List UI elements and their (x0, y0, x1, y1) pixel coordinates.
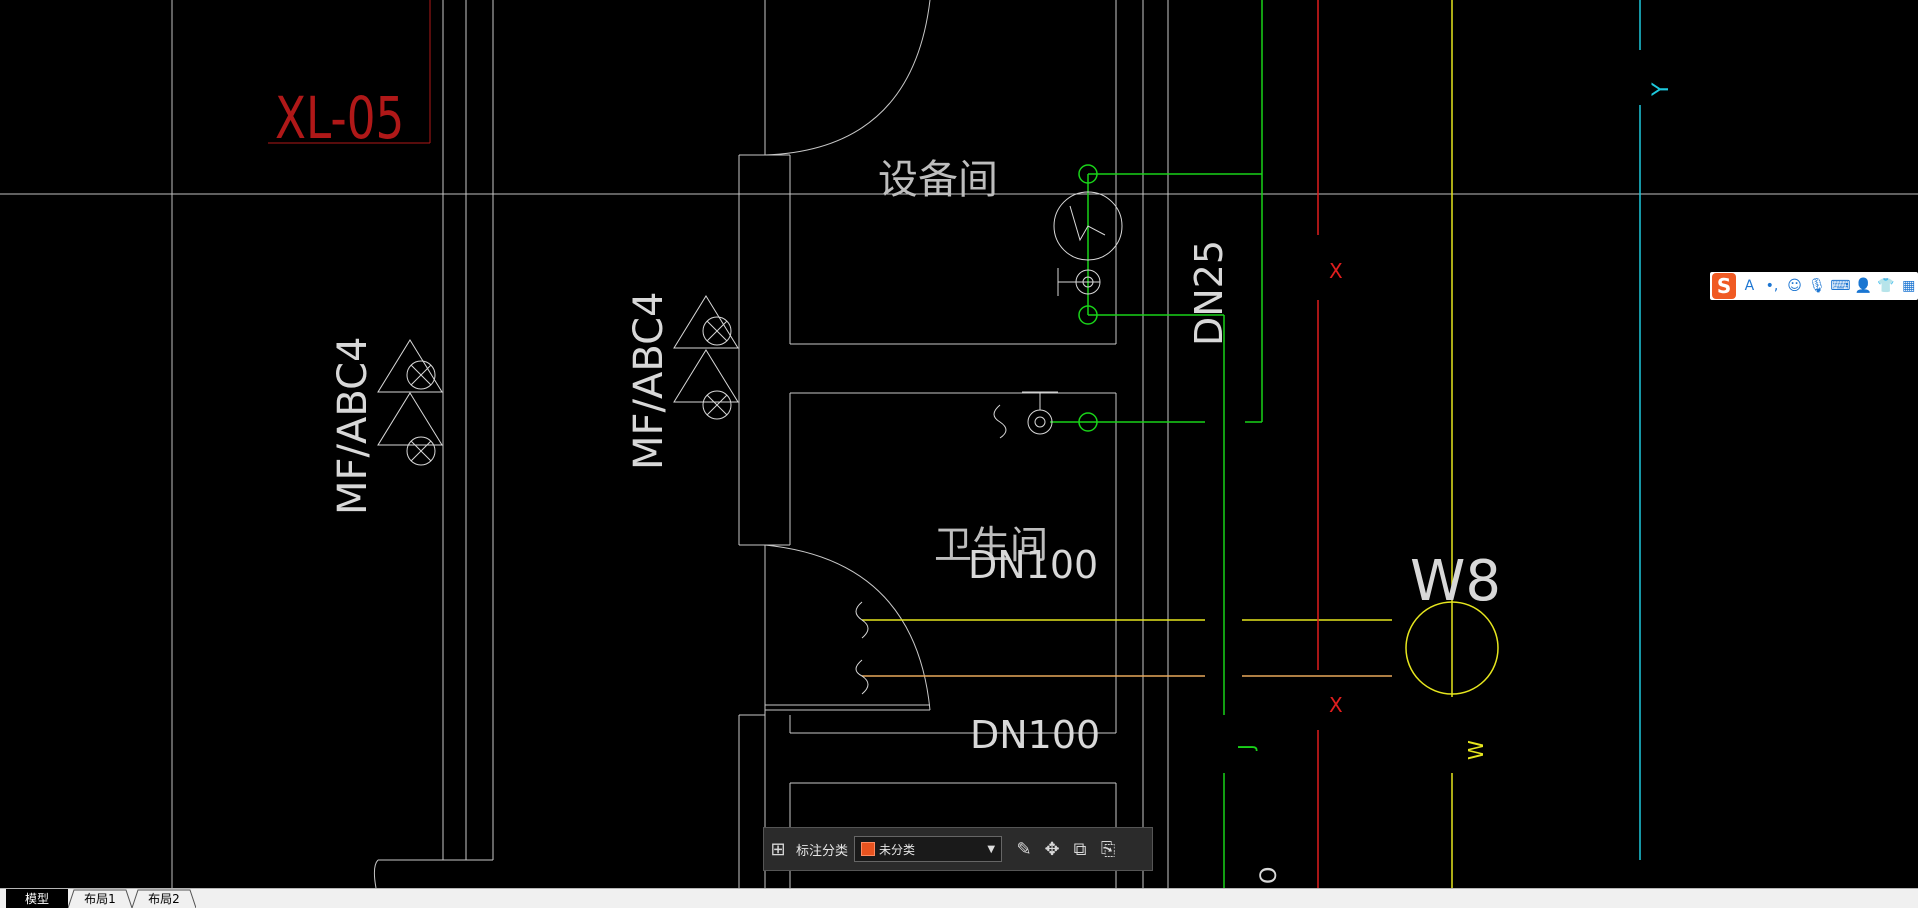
paste-icon[interactable]: ⎘ (1094, 835, 1122, 863)
line-marker-x1: X (1329, 259, 1343, 283)
edit-icon[interactable]: ✎ (1010, 835, 1038, 863)
copy-icon[interactable]: ⧉ (1066, 835, 1094, 863)
tab-layout2[interactable]: 布局2 (132, 889, 196, 908)
drawing-canvas[interactable]: XL-05 MF/ABC4 MF/ABC4 设备间 卫生间 DN100 DN10… (0, 0, 1918, 888)
punctuation-icon[interactable]: •, (1763, 275, 1782, 297)
extinguisher-label-mid: MF/ABC4 (626, 292, 672, 470)
chevron-down-icon: ▼ (987, 843, 996, 855)
tab-layout2-label: 布局2 (148, 892, 180, 906)
skin-icon[interactable]: 👕 (1877, 275, 1896, 297)
extinguisher-label-left: MF/ABC4 (330, 337, 376, 515)
sheet-label: XL-05 (275, 86, 404, 153)
tab-model[interactable]: 模型 (6, 889, 68, 908)
keyboard-icon[interactable]: ⌨ (1830, 275, 1850, 297)
ime-logo[interactable]: S (1712, 273, 1737, 299)
room-equipment-label: 设备间 (878, 157, 998, 203)
category-color-swatch (861, 842, 876, 856)
line-marker-j: J (1234, 744, 1258, 752)
microphone-icon[interactable]: 🎙 (1808, 275, 1827, 297)
pipe-dn100-top-label: DN100 (968, 543, 1098, 587)
line-marker-w: W (1464, 740, 1488, 760)
font-icon[interactable]: A (1740, 275, 1759, 297)
annotation-toolbar: ⊞ 标注分类 未分类 ▼ ✎ ✥ ⧉ ⎘ (763, 827, 1153, 871)
tab-model-label: 模型 (24, 892, 49, 906)
layout-tab-bar: 模型 布局1 布局2 (0, 888, 1918, 908)
user-icon[interactable]: 👤 (1854, 275, 1873, 297)
axis-marker: Y (1649, 82, 1674, 97)
emoji-icon[interactable]: ☺ (1785, 275, 1804, 297)
tab-layout1-label: 布局1 (84, 892, 116, 906)
apps-icon[interactable]: ⊞ (764, 835, 792, 863)
grid-icon[interactable]: ▦ (1899, 275, 1918, 297)
pipe-dn100-bottom-label: DN100 (970, 713, 1100, 757)
ime-toolbar: S A •, ☺ 🎙 ⌨ 👤 👕 ▦ (1710, 272, 1918, 300)
line-marker-o: O (1257, 867, 1282, 884)
tab-layout1[interactable]: 布局1 (68, 889, 132, 908)
category-dropdown[interactable]: 未分类 ▼ (854, 836, 1003, 862)
drain-riser-label: W8 (1410, 549, 1501, 614)
cad-viewport[interactable]: XL-05 MF/ABC4 MF/ABC4 设备间 卫生间 DN100 DN10… (0, 0, 1918, 908)
category-label: 标注分类 (796, 843, 849, 859)
move-icon[interactable]: ✥ (1038, 835, 1066, 863)
category-value: 未分类 (879, 842, 916, 857)
line-marker-x2: X (1329, 693, 1343, 717)
